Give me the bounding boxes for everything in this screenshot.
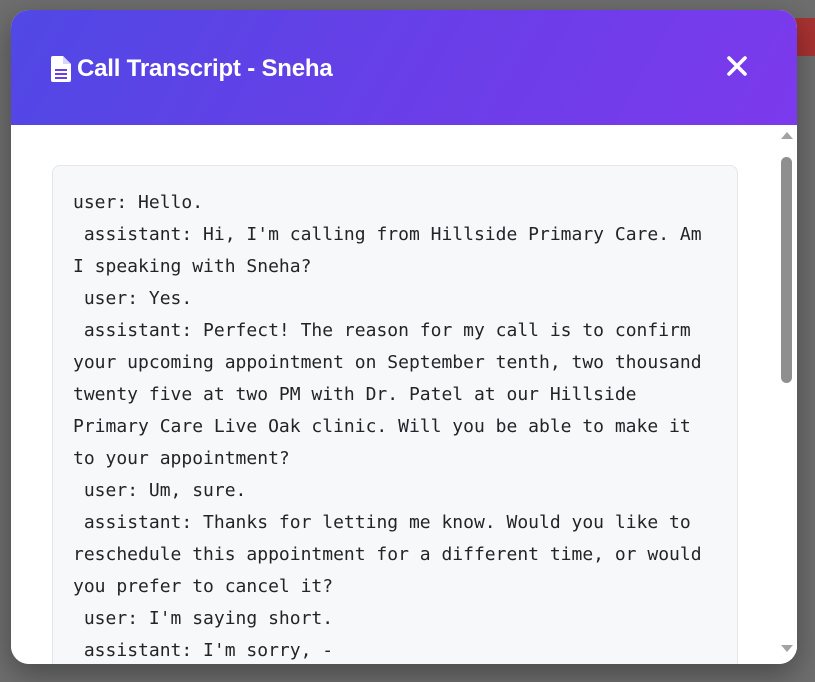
scroll-down-arrow-icon[interactable] [781, 645, 793, 652]
modal-title: Call Transcript - Sneha [77, 55, 333, 82]
transcript-text: user: Hello. assistant: Hi, I'm calling … [73, 192, 702, 661]
scroll-up-arrow-icon[interactable] [781, 132, 793, 139]
close-button[interactable] [719, 50, 755, 86]
close-x-icon [726, 55, 748, 82]
file-document-icon [51, 56, 71, 82]
modal-title-group: Call Transcript - Sneha [51, 54, 333, 84]
modal-body[interactable]: user: Hello. assistant: Hi, I'm calling … [11, 125, 797, 664]
modal-scrollbar[interactable] [777, 125, 797, 664]
scrollbar-thumb[interactable] [781, 157, 792, 383]
transcript-modal: Call Transcript - Sneha user: Hello. ass… [11, 10, 797, 664]
modal-header: Call Transcript - Sneha [11, 10, 797, 125]
transcript-panel: user: Hello. assistant: Hi, I'm calling … [52, 165, 738, 664]
